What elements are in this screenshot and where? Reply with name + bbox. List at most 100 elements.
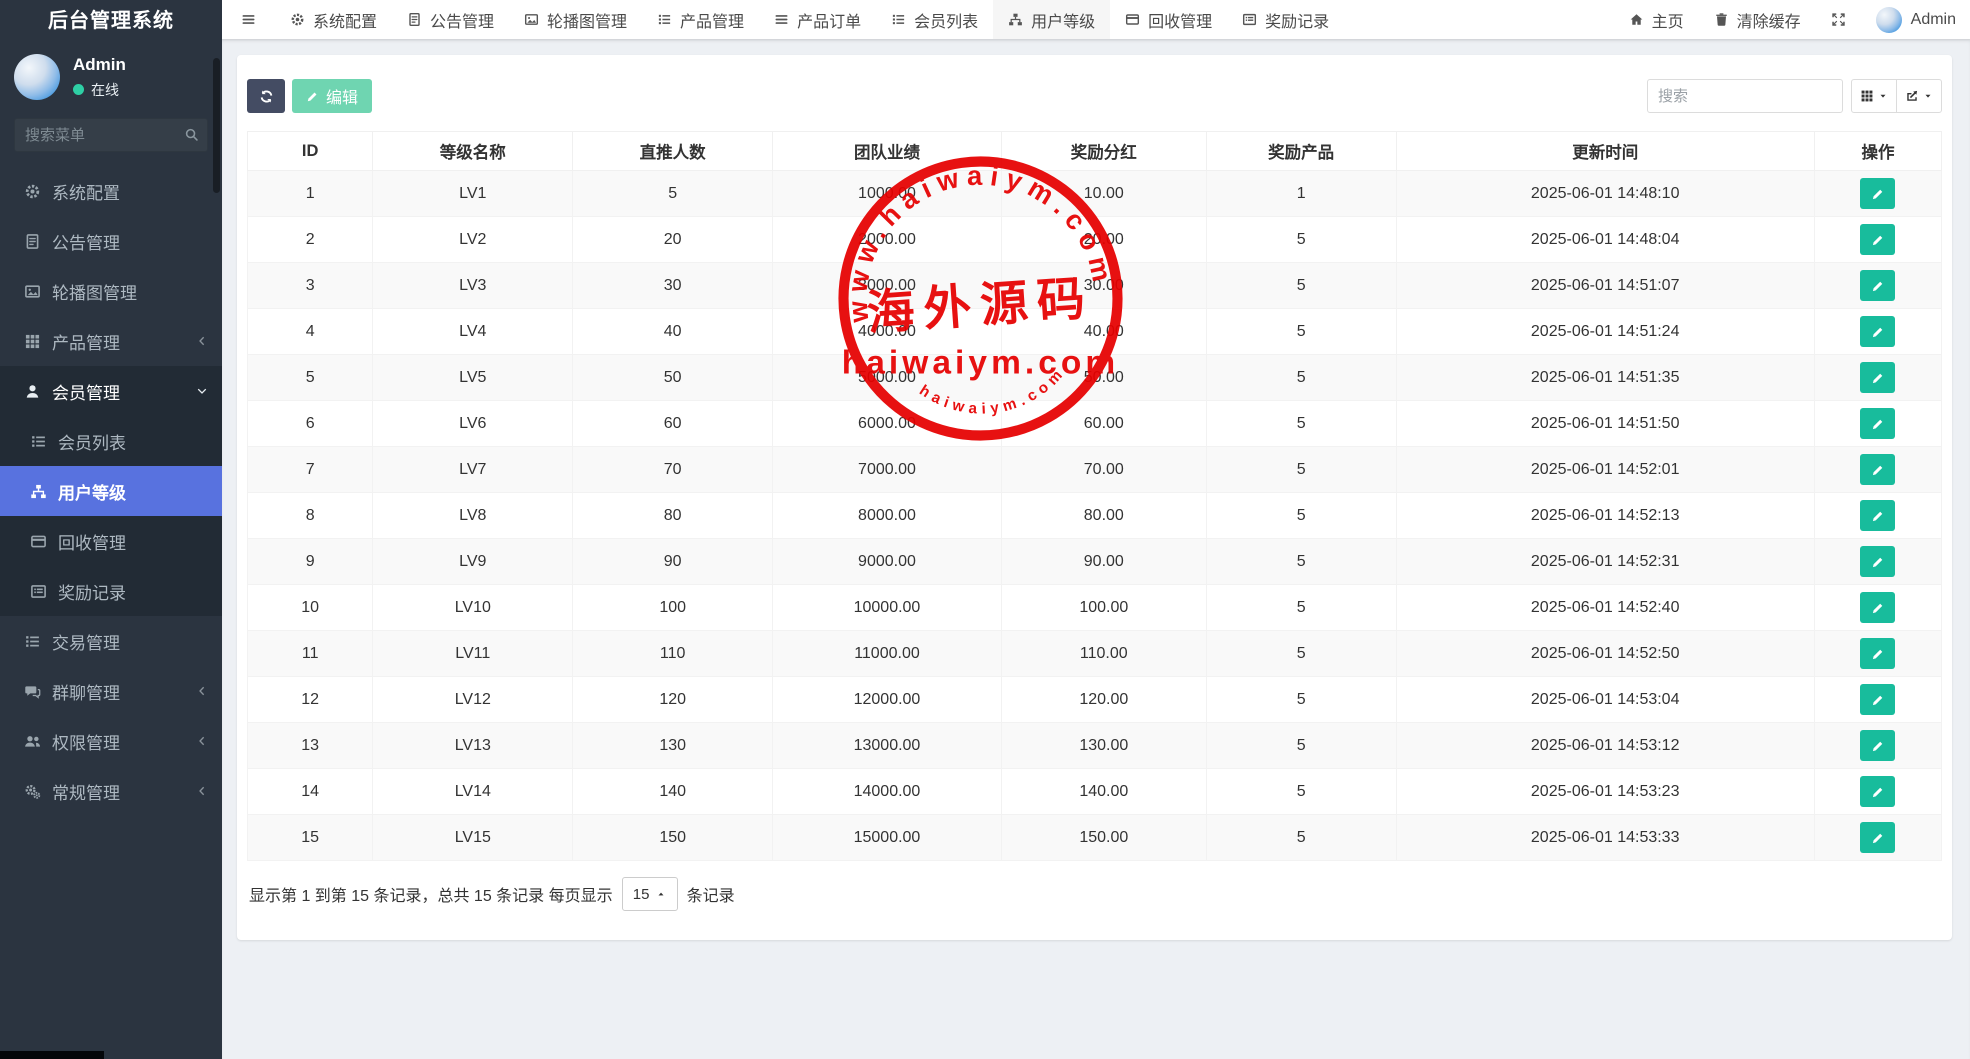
topbar-tab-label: 会员列表 — [914, 8, 978, 32]
sidebar-item-label: 群聊管理 — [52, 679, 120, 704]
edit-row-button[interactable] — [1860, 270, 1895, 301]
user-levels-table: ID等级名称直推人数团队业绩奖励分红奖励产品更新时间操作 1LV151000.0… — [247, 131, 1942, 861]
pencil-icon — [1871, 693, 1885, 707]
edit-row-button[interactable] — [1860, 362, 1895, 393]
topbar-tab-notice-management[interactable]: 公告管理 — [392, 0, 509, 39]
column-header-bonus: 奖励分红 — [1001, 132, 1206, 171]
user-avatar[interactable] — [14, 54, 60, 100]
cell-updated: 2025-06-01 14:48:04 — [1396, 217, 1814, 263]
sidebar-search-input[interactable] — [14, 118, 208, 152]
edit-row-button[interactable] — [1860, 592, 1895, 623]
sidebar-item-group-chat-management[interactable]: 群聊管理 — [0, 666, 222, 716]
sidebar-item-general-management[interactable]: 常规管理 — [0, 766, 222, 816]
edit-row-button[interactable] — [1860, 684, 1895, 715]
edit-row-button[interactable] — [1860, 316, 1895, 347]
topbar-nav: 系统配置公告管理轮播图管理产品管理产品订单 会员列表用户等级 回收管理奖励记录 — [275, 0, 1344, 39]
cell-bonus: 70.00 — [1001, 447, 1206, 493]
cell-team: 10000.00 — [773, 585, 1002, 631]
topbar-tab-user-level[interactable]: 用户等级 — [993, 0, 1110, 39]
cell-id: 4 — [248, 309, 373, 355]
edit-row-button[interactable] — [1860, 822, 1895, 853]
cell-direct: 80 — [573, 493, 773, 539]
sidebar-item-label: 权限管理 — [52, 729, 120, 754]
sidebar-toggle-button[interactable] — [222, 0, 275, 39]
cell-product: 5 — [1206, 401, 1396, 447]
sidebar-item-notice-management[interactable]: 公告管理 — [0, 216, 222, 266]
content: 编辑 — [222, 39, 1970, 1059]
pencil-icon — [1871, 831, 1885, 845]
pencil-icon — [1871, 509, 1885, 523]
export-button[interactable] — [1896, 79, 1942, 113]
cell-name: LV2 — [373, 217, 573, 263]
sidebar-item-reward-records[interactable]: 奖励记录 — [0, 566, 222, 616]
home-button[interactable]: 主页 — [1614, 0, 1699, 39]
topbar-tab-product-management[interactable]: 产品管理 — [642, 0, 759, 39]
online-dot — [73, 84, 84, 95]
topbar-user-menu[interactable]: Admin — [1861, 0, 1966, 39]
pencil-icon — [1871, 647, 1885, 661]
topbar-tab-reward-records[interactable]: 奖励记录 — [1227, 0, 1344, 39]
edit-row-button[interactable] — [1860, 454, 1895, 485]
edit-row-button[interactable] — [1860, 408, 1895, 439]
sidebar-item-user-level[interactable]: 用户等级 — [0, 466, 222, 516]
fullscreen-icon — [1831, 12, 1846, 27]
table-toolbar: 编辑 — [247, 79, 1942, 113]
topbar-tab-banner-management[interactable]: 轮播图管理 — [509, 0, 642, 39]
edit-row-button[interactable] — [1860, 546, 1895, 577]
edit-row-button[interactable] — [1860, 500, 1895, 531]
clear-cache-button[interactable]: 清除缓存 — [1699, 0, 1816, 39]
pencil-icon — [1871, 187, 1885, 201]
sidebar-item-recycle-management[interactable]: 回收管理 — [0, 516, 222, 566]
table-row: 3LV3303000.0030.0052025-06-01 14:51:07 — [248, 263, 1942, 309]
sidebar-scrollbar-thumb[interactable] — [213, 58, 220, 193]
edit-button-label: 编辑 — [326, 84, 358, 108]
sidebar-item-member-management[interactable]: 会员管理 — [0, 366, 222, 416]
cell-direct: 20 — [573, 217, 773, 263]
fullscreen-button[interactable] — [1816, 0, 1861, 39]
topbar-tab-product-orders[interactable]: 产品订单 — [759, 0, 876, 39]
horizontal-scrollbar-thumb[interactable] — [0, 1051, 104, 1059]
edit-row-button[interactable] — [1860, 638, 1895, 669]
list-icon — [891, 12, 906, 27]
sidebar-menu: 系统配置公告管理轮播图管理产品管理会员管理会员列表用户等级回收管理奖励记录交易管… — [0, 166, 222, 816]
sidebar-item-member-list[interactable]: 会员列表 — [0, 416, 222, 466]
sidebar-item-trade-management[interactable]: 交易管理 — [0, 616, 222, 666]
topbar-tab-label: 回收管理 — [1148, 8, 1212, 32]
sidebar-item-product-management[interactable]: 产品管理 — [0, 316, 222, 366]
topbar-tab-recycle-management[interactable]: 回收管理 — [1110, 0, 1227, 39]
column-header-name: 等级名称 — [373, 132, 573, 171]
sidebar-item-label: 奖励记录 — [58, 579, 126, 604]
table-search-input[interactable] — [1647, 79, 1843, 113]
cell-direct: 150 — [573, 815, 773, 861]
columns-toggle-button[interactable] — [1851, 79, 1897, 113]
caret-up-icon — [656, 889, 666, 899]
refresh-button[interactable] — [247, 79, 285, 113]
table-row: 9LV9909000.0090.0052025-06-01 14:52:31 — [248, 539, 1942, 585]
cell-bonus: 40.00 — [1001, 309, 1206, 355]
chevron-down-icon — [196, 385, 208, 397]
edit-button[interactable]: 编辑 — [292, 79, 372, 113]
page-size-select[interactable]: 15 — [622, 877, 678, 911]
gear-icon — [290, 12, 305, 27]
topbar-tab-system-config[interactable]: 系统配置 — [275, 0, 392, 39]
edit-row-button[interactable] — [1860, 178, 1895, 209]
cell-name: LV4 — [373, 309, 573, 355]
caret-down-icon — [1923, 91, 1933, 101]
sidebar-item-system-config[interactable]: 系统配置 — [0, 166, 222, 216]
pencil-icon — [1871, 555, 1885, 569]
cell-name: LV7 — [373, 447, 573, 493]
edit-row-button[interactable] — [1860, 730, 1895, 761]
cell-product: 1 — [1206, 171, 1396, 217]
cell-action — [1814, 769, 1941, 815]
table-row: 11LV1111011000.00110.0052025-06-01 14:52… — [248, 631, 1942, 677]
topbar-tab-member-list[interactable]: 会员列表 — [876, 0, 993, 39]
user-status: 在线 — [73, 80, 126, 100]
table-row: 12LV1212012000.00120.0052025-06-01 14:53… — [248, 677, 1942, 723]
cell-direct: 100 — [573, 585, 773, 631]
sidebar-item-permission-management[interactable]: 权限管理 — [0, 716, 222, 766]
edit-row-button[interactable] — [1860, 776, 1895, 807]
sidebar-item-label: 常规管理 — [52, 779, 120, 804]
sidebar-item-banner-management[interactable]: 轮播图管理 — [0, 266, 222, 316]
edit-row-button[interactable] — [1860, 224, 1895, 255]
export-icon — [1905, 89, 1919, 103]
